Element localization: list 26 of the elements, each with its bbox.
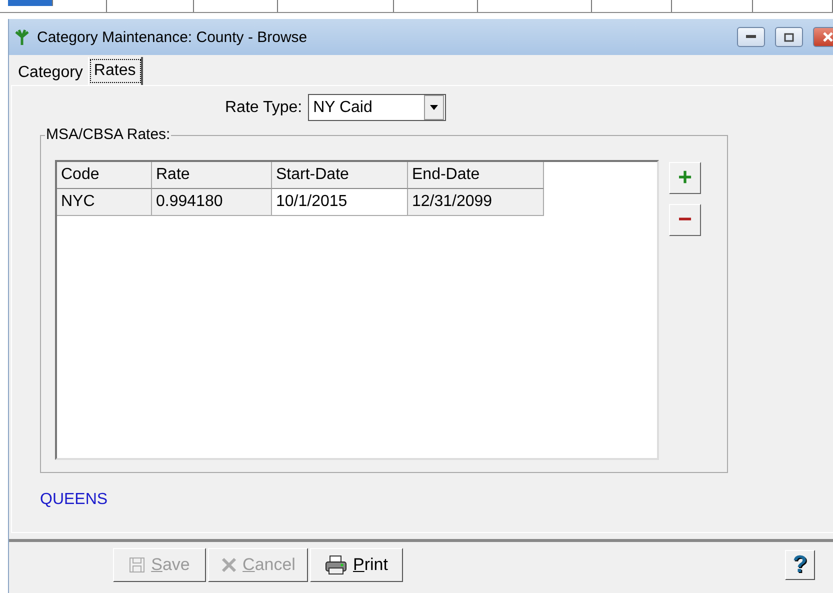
print-button[interactable]: Print (310, 548, 403, 582)
column-header[interactable]: Code (57, 162, 152, 189)
column-header[interactable]: End-Date (408, 162, 544, 189)
sprout-icon (13, 28, 31, 46)
caret-icon (430, 105, 438, 110)
table-cell: 12/31/2099 (408, 189, 544, 216)
add-button[interactable]: + (669, 162, 701, 194)
printer-icon (325, 555, 348, 575)
column-header[interactable]: Rate (152, 162, 272, 189)
table-cell: NYC (57, 189, 152, 216)
remove-button[interactable]: − (669, 204, 701, 236)
column-header[interactable]: Start-Date (272, 162, 408, 189)
table-cell: 0.994180 (152, 189, 272, 216)
x-icon (220, 557, 237, 573)
maximize-button[interactable] (775, 27, 803, 47)
table-cell: 10/1/2015 (272, 189, 408, 216)
rate-type-label: Rate Type: (225, 98, 302, 116)
minimize-button[interactable] (737, 27, 765, 47)
tab[interactable]: Rates (88, 57, 143, 85)
maximize-icon (784, 32, 794, 42)
close-icon (822, 31, 833, 43)
window-title: Category Maintenance: County - Browse (37, 28, 308, 46)
minimize-icon (746, 35, 756, 39)
rate-type-dropdown[interactable]: NY Caid (308, 94, 446, 121)
county-name: QUEENS (40, 491, 109, 509)
help-button[interactable]: ? (785, 550, 815, 580)
